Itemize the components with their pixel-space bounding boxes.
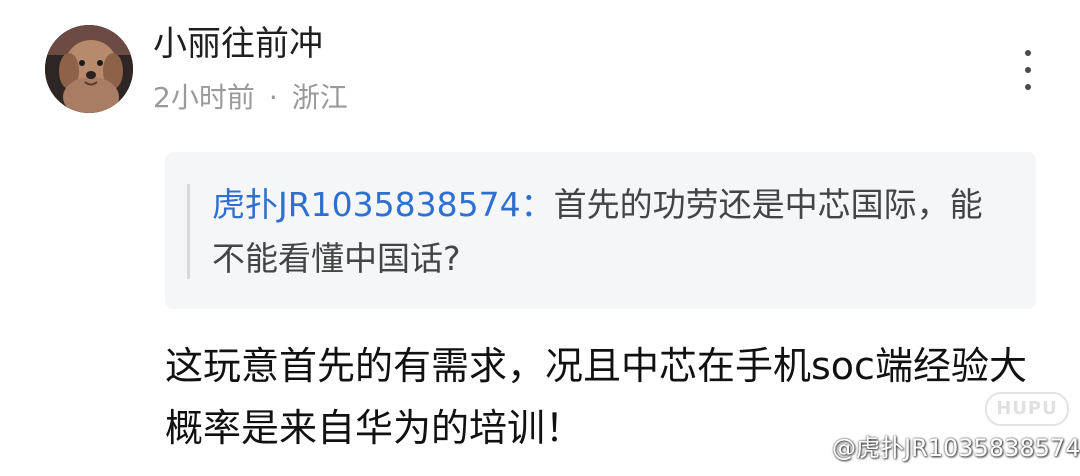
quote-author-separator: ： (520, 185, 554, 224)
dog-avatar-image (45, 25, 133, 113)
post-time: 2小时前 (153, 81, 255, 114)
quote-bar (187, 184, 190, 279)
more-vertical-icon-dot (1025, 67, 1031, 73)
username[interactable]: 小丽往前冲 (153, 22, 323, 66)
quote-content: 虎扑JR1035838574：首先的功劳还是中芯国际，能不能看懂中国话? (212, 178, 1012, 286)
more-options-button[interactable] (1014, 50, 1042, 90)
quote-author-link[interactable]: 虎扑JR1035838574 (212, 185, 521, 224)
watermark-handle: @虎扑JR1035838574 (832, 434, 1080, 462)
hupu-watermark-logo: HUPU (985, 392, 1069, 426)
more-vertical-icon (1025, 50, 1031, 56)
meta-separator: · (268, 81, 278, 114)
post-location: 浙江 (291, 81, 348, 114)
user-avatar[interactable] (45, 25, 133, 113)
post-meta: 2小时前 · 浙江 (153, 78, 348, 118)
more-vertical-icon-dot (1025, 84, 1031, 90)
quoted-comment[interactable]: 虎扑JR1035838574：首先的功劳还是中芯国际，能不能看懂中国话? (165, 152, 1036, 309)
